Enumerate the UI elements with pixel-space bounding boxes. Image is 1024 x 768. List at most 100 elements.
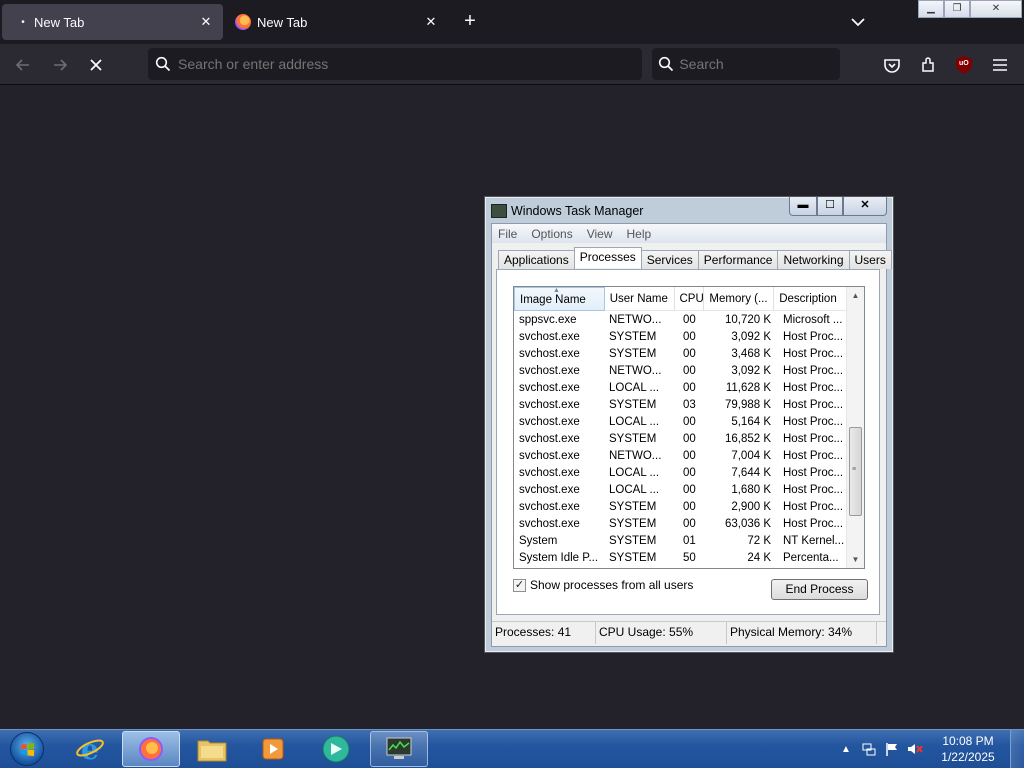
start-button[interactable] bbox=[6, 730, 48, 768]
process-row[interactable]: svchost.exe SYSTEM 00 16,852 K Host Proc... bbox=[514, 431, 846, 448]
process-row[interactable]: svchost.exe LOCAL ... 00 1,680 K Host Proc..… bbox=[514, 482, 846, 499]
tab-performance[interactable]: Performance bbox=[697, 250, 779, 269]
show-hidden-icons-icon[interactable]: ▲ bbox=[836, 739, 856, 759]
address-bar[interactable] bbox=[148, 48, 642, 80]
description-cell: Host Proc... bbox=[783, 365, 844, 377]
back-button[interactable] bbox=[10, 52, 36, 78]
end-process-button[interactable]: End Process bbox=[771, 579, 868, 600]
process-list[interactable]: ▲ Image Name User Name CPU Memory (... D… bbox=[513, 286, 865, 569]
process-name-cell: svchost.exe bbox=[519, 433, 580, 445]
tab-close-icon[interactable]: ✕ bbox=[195, 14, 217, 30]
tab-list-button[interactable] bbox=[846, 12, 870, 32]
column-user-name[interactable]: User Name bbox=[605, 287, 675, 311]
tab-title: New Tab bbox=[257, 14, 308, 30]
column-memory[interactable]: Memory (... bbox=[704, 287, 775, 311]
user-name-cell: LOCAL ... bbox=[609, 467, 660, 479]
taskbar-firefox[interactable] bbox=[122, 731, 180, 767]
search-input[interactable] bbox=[679, 56, 840, 72]
tab-new-tab-active[interactable]: • New Tab ✕ bbox=[2, 4, 223, 40]
tab-networking[interactable]: Networking bbox=[777, 250, 850, 269]
tab-applications[interactable]: Applications bbox=[498, 250, 575, 269]
forward-arrow-icon bbox=[54, 59, 68, 71]
tab-services[interactable]: Services bbox=[640, 250, 699, 269]
cpu-cell: 00 bbox=[683, 484, 696, 496]
new-tab-button[interactable]: + bbox=[458, 10, 482, 34]
tab-close-icon[interactable]: ✕ bbox=[420, 14, 442, 30]
show-desktop-button[interactable] bbox=[1010, 730, 1024, 768]
loading-dot-icon: • bbox=[21, 16, 25, 28]
process-row[interactable]: svchost.exe LOCAL ... 00 11,628 K Host Proc.… bbox=[514, 380, 846, 397]
task-manager-title-bar[interactable]: Windows Task Manager bbox=[491, 201, 643, 221]
minimize-button[interactable]: ▬ bbox=[789, 197, 817, 216]
process-row[interactable]: svchost.exe NETWO... 00 3,092 K Host Proc... bbox=[514, 363, 846, 380]
process-row[interactable]: svchost.exe SYSTEM 00 63,036 K Host Proc... bbox=[514, 516, 846, 533]
status-bar: Processes: 41 CPU Usage: 55% Physical Me… bbox=[492, 621, 886, 644]
menu-help[interactable]: Help bbox=[627, 227, 652, 241]
restore-button[interactable]: ❐ bbox=[944, 0, 970, 18]
sort-ascending-icon: ▲ bbox=[553, 287, 560, 294]
column-description[interactable]: Description bbox=[774, 287, 846, 311]
stop-loading-button[interactable] bbox=[83, 52, 109, 78]
process-row[interactable]: svchost.exe LOCAL ... 00 7,644 K Host Proc..… bbox=[514, 465, 846, 482]
process-row[interactable]: svchost.exe SYSTEM 00 3,468 K Host Proc... bbox=[514, 346, 846, 363]
minimize-button[interactable]: ▁ bbox=[918, 0, 944, 18]
close-window-button[interactable]: ✕ bbox=[970, 0, 1022, 18]
user-name-cell: SYSTEM bbox=[609, 501, 657, 513]
pocket-button[interactable] bbox=[881, 54, 903, 76]
column-cpu[interactable]: CPU bbox=[675, 287, 705, 311]
address-input[interactable] bbox=[178, 56, 642, 72]
tab-users[interactable]: Users bbox=[848, 250, 892, 269]
taskbar-internet-explorer[interactable]: e bbox=[61, 731, 119, 767]
volume-muted-icon[interactable] bbox=[905, 739, 925, 759]
close-button[interactable]: ✕ bbox=[843, 197, 887, 216]
process-row[interactable]: System SYSTEM 01 72 K NT Kernel... bbox=[514, 533, 846, 550]
svg-text:e: e bbox=[81, 734, 99, 764]
tab-new-tab[interactable]: New Tab ✕ bbox=[227, 4, 448, 40]
taskbar-file-explorer[interactable] bbox=[183, 731, 241, 767]
maximize-button[interactable]: ☐ bbox=[817, 197, 843, 216]
description-cell: Host Proc... bbox=[783, 416, 844, 428]
vertical-scrollbar[interactable]: ▲ ≡ ▼ bbox=[846, 287, 864, 568]
memory-cell: 11,628 K bbox=[725, 382, 771, 394]
process-name-cell: sppsvc.exe bbox=[519, 314, 577, 326]
process-row[interactable]: svchost.exe LOCAL ... 00 5,164 K Host Proc..… bbox=[514, 414, 846, 431]
show-all-users-checkbox[interactable]: ✓ Show processes from all users bbox=[513, 578, 693, 592]
scroll-up-arrow-icon[interactable]: ▲ bbox=[847, 287, 864, 304]
forward-button[interactable] bbox=[47, 52, 73, 78]
menu-options[interactable]: Options bbox=[531, 227, 572, 241]
process-row[interactable]: svchost.exe NETWO... 00 7,004 K Host Proc... bbox=[514, 448, 846, 465]
process-rows: sppsvc.exe NETWO... 00 10,720 K Microsoft ..… bbox=[514, 312, 846, 567]
taskbar-media-player[interactable] bbox=[244, 731, 302, 767]
process-row[interactable]: svchost.exe SYSTEM 00 3,092 K Host Proc... bbox=[514, 329, 846, 346]
task-manager-tabs: Applications Processes Services Performa… bbox=[498, 247, 892, 269]
app-menu-button[interactable] bbox=[989, 54, 1011, 76]
extensions-button[interactable] bbox=[918, 54, 940, 76]
scroll-down-arrow-icon[interactable]: ▼ bbox=[847, 551, 864, 568]
menu-view[interactable]: View bbox=[587, 227, 613, 241]
network-icon[interactable] bbox=[859, 739, 879, 759]
ublock-origin-button[interactable]: uO bbox=[953, 54, 975, 76]
menu-file[interactable]: File bbox=[498, 227, 517, 241]
process-row[interactable]: sppsvc.exe NETWO... 00 10,720 K Microsoft ..… bbox=[514, 312, 846, 329]
cpu-cell: 00 bbox=[683, 348, 696, 360]
scrollbar-thumb[interactable]: ≡ bbox=[849, 427, 862, 516]
user-name-cell: LOCAL ... bbox=[609, 416, 660, 428]
action-center-flag-icon[interactable] bbox=[882, 739, 902, 759]
memory-cell: 7,004 K bbox=[731, 450, 771, 462]
process-row[interactable]: svchost.exe SYSTEM 03 79,988 K Host Proc... bbox=[514, 397, 846, 414]
checkbox-checked-icon[interactable]: ✓ bbox=[513, 578, 526, 592]
column-image-name[interactable]: ▲ Image Name bbox=[514, 287, 605, 311]
window-title: Windows Task Manager bbox=[511, 204, 644, 218]
taskbar-task-manager[interactable] bbox=[370, 731, 428, 767]
description-cell: Host Proc... bbox=[783, 450, 844, 462]
clock[interactable]: 10:08 PM 1/22/2025 bbox=[932, 733, 1004, 765]
cpu-cell: 01 bbox=[683, 535, 696, 547]
cpu-cell: 00 bbox=[683, 467, 696, 479]
tab-processes[interactable]: Processes bbox=[573, 247, 642, 268]
search-bar[interactable] bbox=[652, 48, 840, 80]
process-row[interactable]: System Idle P... SYSTEM 50 24 K Percenta... bbox=[514, 550, 846, 567]
stop-icon bbox=[90, 59, 102, 71]
process-row[interactable]: svchost.exe SYSTEM 00 2,900 K Host Proc... bbox=[514, 499, 846, 516]
extensions-icon bbox=[922, 57, 934, 72]
taskbar-green-app[interactable] bbox=[307, 731, 365, 767]
